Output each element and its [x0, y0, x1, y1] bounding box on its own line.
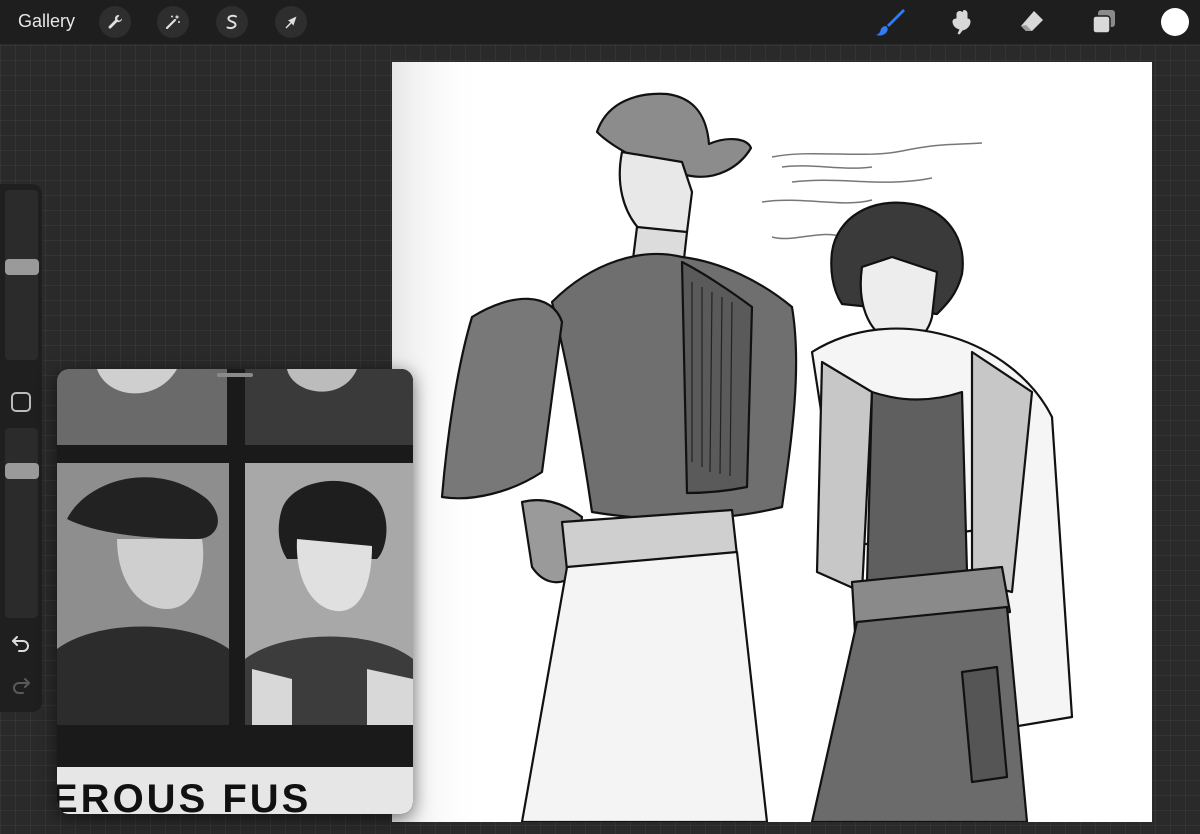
brush-icon — [876, 9, 905, 36]
undo-icon — [12, 636, 29, 652]
adjustments-button[interactable] — [157, 6, 189, 38]
smudge-icon — [952, 10, 971, 35]
opacity-thumb[interactable] — [5, 462, 39, 479]
drawing-canvas[interactable] — [392, 62, 1152, 822]
eraser-tool-button[interactable] — [1015, 6, 1049, 38]
actions-button[interactable] — [99, 6, 131, 38]
left-sidebar — [0, 184, 42, 712]
color-picker-button[interactable] — [1161, 8, 1189, 36]
reference-caption: EROUS FUS — [57, 777, 312, 814]
sketch-artwork — [392, 62, 1074, 822]
top-toolbar: Gallery — [0, 0, 1200, 44]
brush-tool-button[interactable] — [873, 6, 907, 38]
reference-drag-handle[interactable] — [217, 373, 253, 377]
smudge-tool-button[interactable] — [944, 6, 978, 38]
layers-icon — [1092, 10, 1115, 34]
eraser-icon — [1021, 11, 1043, 31]
gallery-button[interactable]: Gallery — [18, 11, 75, 32]
opacity-slider[interactable] — [5, 428, 38, 618]
transform-arrow-icon — [285, 16, 297, 29]
selection-icon — [226, 14, 237, 30]
reference-window[interactable]: EROUS FUS — [57, 369, 413, 814]
brush-size-thumb[interactable] — [5, 259, 39, 276]
redo-button[interactable] — [8, 672, 34, 698]
layers-button[interactable] — [1087, 6, 1121, 38]
redo-icon — [13, 678, 30, 694]
selection-button[interactable] — [216, 6, 248, 38]
modify-button[interactable] — [11, 392, 31, 412]
wrench-icon — [108, 15, 123, 29]
magic-wand-icon — [165, 14, 180, 30]
reference-photo — [57, 369, 413, 814]
undo-button[interactable] — [8, 630, 34, 656]
transform-button[interactable] — [275, 6, 307, 38]
